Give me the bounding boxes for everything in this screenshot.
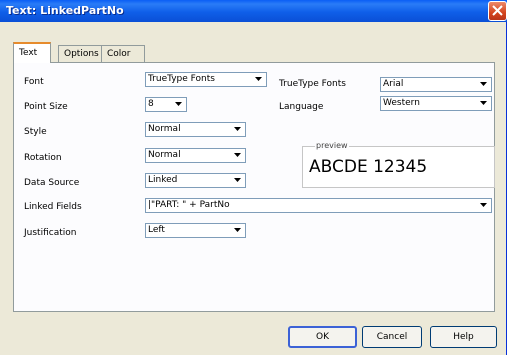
close-button[interactable] xyxy=(488,1,507,21)
truetype-font-select[interactable]: Arial xyxy=(380,77,492,92)
language-select-value: Western xyxy=(383,98,420,108)
language-select[interactable]: Western xyxy=(380,96,492,111)
justification-select[interactable]: Left xyxy=(145,223,246,238)
language-label: Language xyxy=(279,102,324,112)
linked-fields-select-value: |"PART: " + PartNo xyxy=(148,200,230,210)
point-size-label: Point Size xyxy=(24,102,68,112)
tab-options-label: Options xyxy=(64,49,99,59)
data-source-select[interactable]: Linked xyxy=(145,173,246,188)
data-source-select-value: Linked xyxy=(148,175,178,185)
window-title: Text: LinkedPartNo xyxy=(6,4,124,17)
style-label: Style xyxy=(24,127,47,137)
cancel-button-label: Cancel xyxy=(376,332,408,342)
truetype-fonts-label: TrueType Fonts xyxy=(279,79,346,89)
chevron-down-icon[interactable] xyxy=(230,149,245,162)
point-size-select[interactable]: 8 xyxy=(145,97,187,112)
chevron-down-icon[interactable] xyxy=(476,97,491,110)
preview-text: ABCDE 12345 xyxy=(309,157,428,177)
ok-button[interactable]: OK xyxy=(288,326,357,348)
preview-legend: preview xyxy=(315,141,349,150)
point-size-select-value: 8 xyxy=(148,99,154,109)
truetype-font-select-value: Arial xyxy=(383,79,404,89)
tab-options[interactable]: Options xyxy=(58,45,102,62)
chevron-down-icon[interactable] xyxy=(230,123,245,136)
font-select[interactable]: TrueType Fonts xyxy=(145,72,267,87)
linked-fields-select[interactable]: |"PART: " + PartNo xyxy=(145,198,492,213)
chevron-down-icon[interactable] xyxy=(476,199,491,212)
linked-fields-label: Linked Fields xyxy=(24,202,82,212)
justification-select-value: Left xyxy=(148,225,165,235)
tab-color-label: Color xyxy=(107,49,131,59)
help-button[interactable]: Help xyxy=(430,326,497,348)
chevron-down-icon[interactable] xyxy=(476,78,491,91)
chevron-down-icon[interactable] xyxy=(171,98,186,111)
font-select-value: TrueType Fonts xyxy=(148,74,215,84)
cancel-button[interactable]: Cancel xyxy=(362,326,422,348)
rotation-select-value: Normal xyxy=(148,150,181,160)
tab-color[interactable]: Color xyxy=(101,45,145,62)
rotation-select[interactable]: Normal xyxy=(145,148,246,163)
chevron-down-icon[interactable] xyxy=(230,224,245,237)
preview-box: preview ABCDE 12345 xyxy=(302,141,495,188)
tab-text[interactable]: Text xyxy=(13,42,51,63)
rotation-label: Rotation xyxy=(24,153,62,163)
tab-text-label: Text xyxy=(19,48,38,58)
ok-button-label: OK xyxy=(316,332,329,342)
help-button-label: Help xyxy=(453,332,474,342)
style-select-value: Normal xyxy=(148,124,181,134)
data-source-label: Data Source xyxy=(24,178,80,188)
title-bar[interactable]: Text: LinkedPartNo xyxy=(0,0,507,22)
dialog-window: Text: LinkedPartNo Text Options Color Fo… xyxy=(0,0,507,355)
justification-label: Justification xyxy=(24,228,77,238)
style-select[interactable]: Normal xyxy=(145,122,246,137)
chevron-down-icon[interactable] xyxy=(230,174,245,187)
font-label: Font xyxy=(24,77,44,87)
chevron-down-icon[interactable] xyxy=(251,73,266,86)
